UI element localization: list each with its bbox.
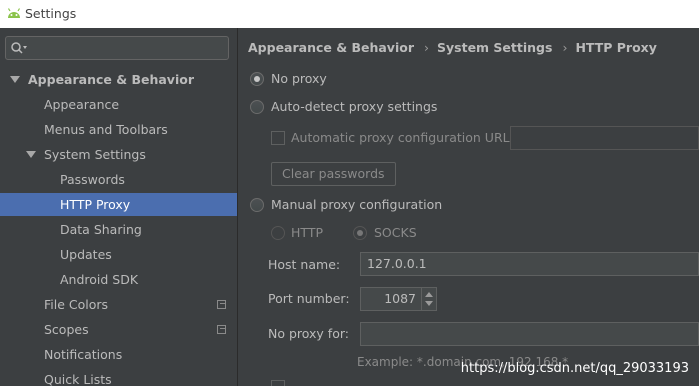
- window-titlebar: Settings: [0, 0, 699, 28]
- sidebar-item-label: HTTP Proxy: [60, 197, 131, 212]
- breadcrumb-item: Appearance & Behavior: [248, 40, 414, 55]
- port-stepper[interactable]: [421, 288, 435, 310]
- sidebar-item-system-settings[interactable]: System Settings: [0, 143, 237, 166]
- chevron-down-icon[interactable]: [425, 301, 433, 306]
- sidebar-item-label: Android SDK: [60, 272, 139, 287]
- sidebar-item-data-sharing[interactable]: Data Sharing: [0, 218, 237, 241]
- sidebar-item-label: Scopes: [44, 322, 89, 337]
- no-proxy-radio[interactable]: [250, 72, 264, 86]
- android-icon: [6, 7, 22, 22]
- project-level-icon: [217, 325, 226, 334]
- settings-sidebar: Appearance & Behavior Appearance Menus a…: [0, 28, 238, 386]
- sidebar-item-scopes[interactable]: Scopes: [0, 318, 237, 341]
- proxy-auth-checkbox[interactable]: [271, 380, 285, 386]
- sidebar-item-notifications[interactable]: Notifications: [0, 343, 237, 366]
- http-proxy-panel: Appearance & Behavior › System Settings › HT…: [239, 28, 699, 386]
- search-input[interactable]: [30, 39, 225, 57]
- sidebar-item-android-sdk[interactable]: Android SDK: [0, 268, 237, 291]
- no-proxy-for-input[interactable]: [360, 322, 699, 346]
- manual-proxy-label[interactable]: Manual proxy configuration: [271, 197, 442, 212]
- port-number-label: Port number:: [268, 291, 350, 306]
- breadcrumb-item: HTTP Proxy: [575, 40, 657, 55]
- sidebar-item-appearance-behavior[interactable]: Appearance & Behavior: [0, 68, 237, 91]
- watermark-text: https://blog.csdn.net/qq_29033193: [460, 361, 689, 376]
- auto-config-url-input[interactable]: [510, 126, 699, 150]
- socks-radio[interactable]: [353, 226, 367, 240]
- sidebar-item-label: Passwords: [60, 172, 125, 187]
- auto-config-url-checkbox[interactable]: [271, 131, 285, 145]
- host-name-input[interactable]: 127.0.0.1: [360, 252, 699, 276]
- chevron-up-icon[interactable]: [425, 292, 433, 297]
- breadcrumb-item: System Settings: [437, 40, 553, 55]
- port-number-value: 1087: [384, 291, 416, 306]
- chevron-down-icon[interactable]: [26, 151, 36, 158]
- sidebar-item-http-proxy[interactable]: HTTP Proxy: [0, 193, 237, 216]
- auto-detect-radio[interactable]: [250, 100, 264, 114]
- manual-proxy-radio[interactable]: [250, 198, 264, 212]
- sidebar-item-label: Data Sharing: [60, 222, 142, 237]
- sidebar-item-menus-toolbars[interactable]: Menus and Toolbars: [0, 118, 237, 141]
- sidebar-item-label: Notifications: [44, 347, 123, 362]
- sidebar-item-label: Menus and Toolbars: [44, 122, 168, 137]
- auto-config-url-label: Automatic proxy configuration URL:: [291, 130, 514, 145]
- breadcrumb: Appearance & Behavior › System Settings › HT…: [248, 40, 657, 55]
- socks-label[interactable]: SOCKS: [374, 225, 417, 240]
- project-level-icon: [217, 300, 226, 309]
- http-radio[interactable]: [271, 226, 285, 240]
- sidebar-item-quick-lists[interactable]: Quick Lists: [0, 368, 237, 386]
- host-name-label: Host name:: [268, 257, 341, 272]
- sidebar-item-label: Updates: [60, 247, 112, 262]
- clear-passwords-button[interactable]: Clear passwords: [271, 162, 396, 186]
- sidebar-item-label: System Settings: [44, 147, 146, 162]
- sidebar-item-passwords[interactable]: Passwords: [0, 168, 237, 191]
- sidebar-item-file-colors[interactable]: File Colors: [0, 293, 237, 316]
- chevron-right-icon: ›: [424, 40, 429, 55]
- http-label[interactable]: HTTP: [291, 225, 323, 240]
- search-icon: [10, 41, 28, 58]
- no-proxy-for-label: No proxy for:: [268, 326, 349, 341]
- no-proxy-label[interactable]: No proxy: [271, 71, 327, 86]
- window-title: Settings: [25, 6, 77, 21]
- sidebar-item-label: Quick Lists: [44, 372, 112, 386]
- sidebar-item-label: Appearance & Behavior: [28, 72, 194, 87]
- auto-detect-label[interactable]: Auto-detect proxy settings: [271, 99, 437, 114]
- sidebar-item-label: File Colors: [44, 297, 109, 312]
- sidebar-item-appearance[interactable]: Appearance: [0, 93, 237, 116]
- search-box[interactable]: [5, 36, 229, 60]
- sidebar-item-label: Appearance: [44, 97, 120, 112]
- chevron-down-icon[interactable]: [10, 76, 20, 83]
- sidebar-item-updates[interactable]: Updates: [0, 243, 237, 266]
- chevron-right-icon: ›: [562, 40, 568, 55]
